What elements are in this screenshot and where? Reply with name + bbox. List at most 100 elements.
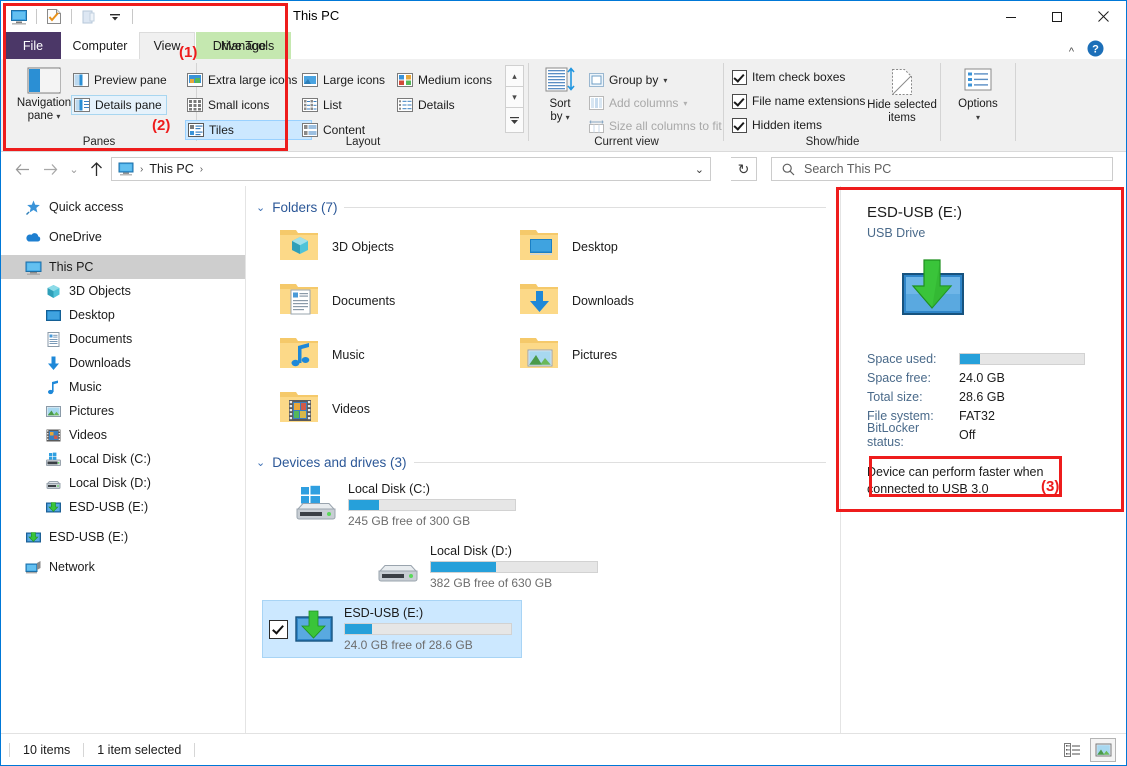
group-by-icon: [589, 73, 604, 87]
sort-by-label-line1: Sort: [549, 98, 571, 110]
sidebar-item-esd-usb-root[interactable]: ESD-USB (E:): [1, 525, 245, 549]
close-button[interactable]: [1080, 1, 1126, 32]
group-header-devices-label: Devices and drives (3): [272, 455, 407, 470]
sidebar-label: Documents: [69, 332, 133, 346]
drive-label: ESD-USB (E:): [344, 606, 424, 620]
folder-item-desktop[interactable]: Desktop: [510, 221, 750, 273]
group-header-devices[interactable]: ⌄ Devices and drives (3): [256, 455, 840, 470]
drive-label: Local Disk (D:): [430, 544, 512, 558]
size-all-columns-button[interactable]: Size all columns to fit: [589, 116, 722, 136]
folder-item-videos[interactable]: Videos: [270, 383, 510, 435]
sidebar-item-local-disk-d[interactable]: Local Disk (D:): [1, 471, 245, 495]
windows-drive-icon: [292, 483, 340, 528]
sidebar-item-music[interactable]: Music: [1, 375, 245, 399]
back-button[interactable]: [11, 158, 33, 180]
item-check-boxes-option[interactable]: Item check boxes: [732, 67, 845, 87]
large-icons-view-button[interactable]: [1090, 737, 1116, 762]
sort-by-icon: [545, 67, 575, 92]
view-mode-buttons: [1060, 734, 1116, 765]
layout-gallery-scroll-up[interactable]: ▴: [505, 65, 524, 88]
folder-item-music[interactable]: Music: [270, 329, 510, 381]
sidebar-item-esd-usb-child[interactable]: ESD-USB (E:): [1, 495, 245, 519]
drive-capacity-bar: [344, 623, 512, 635]
ribbon-group-label-current-view: Current view: [594, 136, 659, 148]
layout-list[interactable]: List: [302, 95, 342, 115]
drive-item-local-disk-d[interactable]: Local Disk (D:) 382 GB free of 630 GB: [344, 538, 604, 596]
sidebar-item-downloads[interactable]: Downloads: [1, 351, 245, 375]
annotation-number-2: (2): [152, 117, 171, 134]
hide-selected-items-button[interactable]: Hide selected items: [864, 67, 940, 125]
breadcrumb-separator-1[interactable]: ›: [200, 164, 203, 175]
sidebar-item-documents[interactable]: Documents: [1, 327, 245, 351]
sort-by-button[interactable]: Sort by ▾: [539, 67, 581, 124]
window-controls: [988, 1, 1126, 32]
layout-details[interactable]: Details: [397, 95, 455, 115]
chevron-down-icon[interactable]: ⌄: [256, 456, 265, 469]
hidden-items-checkbox[interactable]: [732, 117, 747, 133]
folder-pictures-icon: [516, 333, 562, 378]
breadcrumb-pc-icon[interactable]: [118, 162, 134, 176]
desktop-icon: [45, 307, 62, 324]
layout-gallery-more[interactable]: [505, 107, 524, 133]
breadcrumb-item-this-pc[interactable]: This PC: [149, 162, 193, 176]
search-box[interactable]: Search This PC: [771, 157, 1113, 181]
folder-item-3d-objects[interactable]: 3D Objects: [270, 221, 510, 273]
details-view-icon: [397, 98, 413, 112]
layout-medium-icons[interactable]: Medium icons: [397, 70, 492, 90]
sidebar-item-desktop[interactable]: Desktop: [1, 303, 245, 327]
file-name-extensions-option[interactable]: File name extensions: [732, 91, 865, 111]
group-by-button[interactable]: Group by ▾: [589, 70, 667, 90]
drive-checkbox[interactable]: [269, 619, 288, 639]
minimize-button[interactable]: [988, 1, 1034, 32]
group-header-rule: [413, 462, 826, 463]
chevron-down-icon[interactable]: ⌄: [256, 201, 265, 214]
picture-icon: [45, 403, 62, 420]
add-columns-label: Add columns: [609, 96, 679, 110]
layout-gallery-scroll-down[interactable]: ▾: [505, 86, 524, 109]
address-bar: ⌄ › This PC › ⌄ ↻ Search This PC: [1, 152, 1126, 186]
sidebar-item-quick-access[interactable]: Quick access: [1, 195, 245, 219]
folder-3dobjects-icon: [276, 225, 322, 270]
details-view-button[interactable]: [1060, 739, 1084, 761]
forward-button[interactable]: [39, 158, 61, 180]
sidebar-item-pictures[interactable]: Pictures: [1, 399, 245, 423]
folder-item-documents[interactable]: Documents: [270, 275, 510, 327]
sidebar-item-network[interactable]: Network: [1, 555, 245, 579]
sidebar-item-3d-objects[interactable]: 3D Objects: [1, 279, 245, 303]
refresh-button[interactable]: ↻: [731, 157, 757, 181]
recent-locations-button[interactable]: ⌄: [63, 158, 85, 180]
layout-large-icons[interactable]: Large icons: [302, 70, 385, 90]
drive-item-local-disk-c[interactable]: Local Disk (C:) 245 GB free of 300 GB: [262, 476, 522, 534]
drive-capacity-text: 382 GB free of 630 GB: [430, 576, 553, 590]
hide-selected-items-label-line2: items: [888, 112, 916, 124]
usb-drive-icon: [25, 529, 42, 546]
drive-info: ESD-USB (E:) 24.0 GB free of 28.6 GB: [344, 606, 512, 652]
maximize-button[interactable]: [1034, 1, 1080, 32]
details-view-icon: [1063, 742, 1080, 757]
file-list-content[interactable]: ⌄ Folders (7) 3D Objects Desktop Documen…: [246, 186, 840, 734]
up-button[interactable]: [85, 158, 107, 180]
breadcrumb-separator-0[interactable]: ›: [140, 164, 143, 175]
sidebar-item-local-disk-c[interactable]: Local Disk (C:): [1, 447, 245, 471]
file-name-extensions-checkbox[interactable]: [732, 93, 747, 109]
folder-label: Downloads: [572, 294, 634, 308]
star-pin-icon: [25, 199, 42, 216]
group-header-folders[interactable]: ⌄ Folders (7): [256, 200, 840, 215]
collapse-ribbon-button[interactable]: ^: [1069, 46, 1074, 58]
item-check-boxes-checkbox[interactable]: [732, 69, 747, 85]
hide-selected-items-label-line1: Hide selected: [867, 99, 937, 111]
options-button[interactable]: Options ▾: [947, 67, 1009, 124]
hidden-items-option[interactable]: Hidden items: [732, 115, 822, 135]
sidebar-item-onedrive[interactable]: OneDrive: [1, 225, 245, 249]
drive-capacity-bar: [348, 499, 516, 511]
drive-item-esd-usb[interactable]: ESD-USB (E:) 24.0 GB free of 28.6 GB: [262, 600, 522, 658]
folder-item-pictures[interactable]: Pictures: [510, 329, 750, 381]
sidebar-item-videos[interactable]: Videos: [1, 423, 245, 447]
search-input[interactable]: Search This PC: [804, 162, 891, 176]
breadcrumb-bar[interactable]: › This PC › ⌄: [111, 157, 711, 181]
folder-item-downloads[interactable]: Downloads: [510, 275, 750, 327]
add-columns-button[interactable]: Add columns ▾: [589, 93, 687, 113]
hide-selected-items-icon: [892, 69, 912, 95]
breadcrumb-history-dropdown[interactable]: ⌄: [695, 163, 704, 176]
sidebar-item-this-pc[interactable]: This PC: [1, 255, 245, 279]
